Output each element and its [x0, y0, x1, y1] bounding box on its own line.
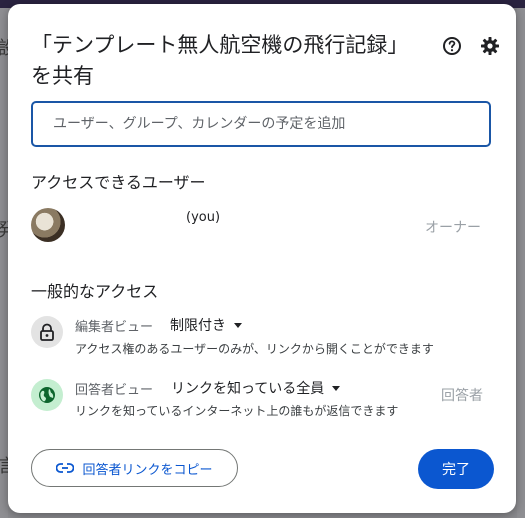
chevron-down-icon [234, 322, 242, 328]
done-label: 完了 [442, 462, 470, 478]
responder-view-label: 回答者ビュー [75, 383, 154, 398]
globe-icon [39, 387, 55, 403]
editor-access-dropdown[interactable]: 制限付き [170, 315, 242, 335]
help-circle-icon [443, 37, 461, 55]
responder-access-value: リンクを知っている全員 [171, 381, 325, 397]
done-button[interactable]: 完了 [418, 449, 494, 489]
users-section-title: アクセスできるユーザー [31, 173, 206, 192]
responder-role-label: 回答者 [441, 388, 483, 404]
help-button[interactable] [440, 34, 464, 58]
add-people-field[interactable] [31, 101, 491, 147]
background-left-strip: 設 発 言 [0, 8, 16, 518]
add-people-input[interactable] [51, 115, 471, 133]
lock-icon [40, 323, 54, 341]
editor-access-value: 制限付き [170, 318, 226, 334]
chevron-down-icon [332, 385, 341, 391]
copy-responder-link-button[interactable]: 回答者リンクをコピー [31, 449, 238, 487]
editor-access-description: アクセス権のあるユーザーのみが、リンクから開くことができます [75, 342, 434, 356]
dialog-title: 「テンプレート無人航空機の飛行記録」を共有 [31, 33, 409, 88]
editor-view-label: 編集者ビュー [75, 320, 154, 335]
copy-link-label: 回答者リンクをコピー [82, 462, 213, 478]
share-dialog: 「テンプレート無人航空機の飛行記録」を共有 アクセスできるユー [8, 4, 516, 513]
lock-icon-container [31, 316, 63, 348]
owner-role-label: オーナー [425, 220, 481, 236]
settings-button[interactable] [478, 34, 502, 58]
background-right-strip [517, 8, 525, 518]
avatar [31, 208, 65, 242]
link-icon [56, 463, 75, 473]
general-access-title: 一般的なアクセス [31, 282, 159, 301]
gear-icon [481, 37, 499, 55]
you-label: (you) [186, 210, 221, 225]
responder-access-dropdown[interactable]: リンクを知っている全員 [171, 378, 341, 398]
globe-icon-container [31, 379, 63, 411]
responder-access-description: リンクを知っているインターネット上の誰もが返信できます [75, 404, 399, 418]
